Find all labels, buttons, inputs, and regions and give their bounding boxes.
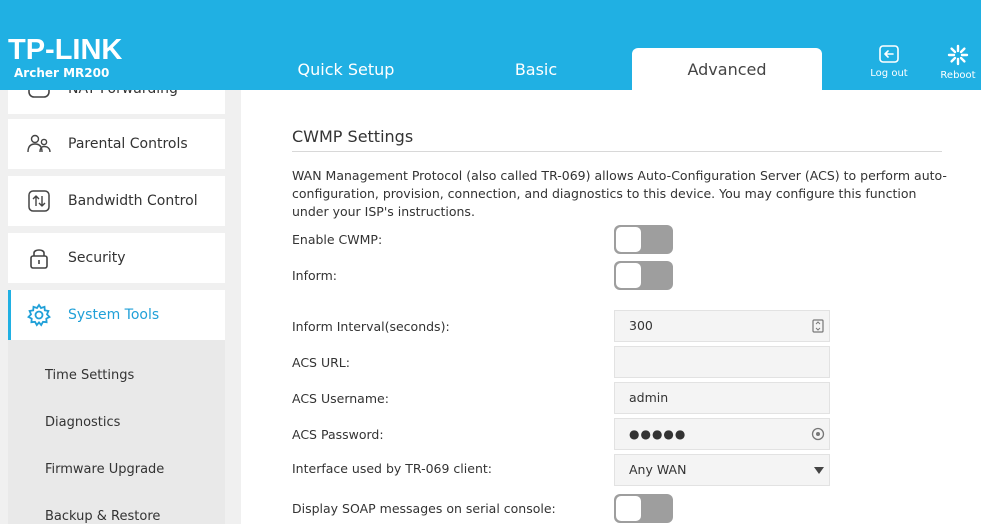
acs-password-value: ●●●●● (629, 427, 687, 441)
show-password-icon[interactable] (811, 427, 825, 441)
reboot-button[interactable]: Reboot (928, 44, 981, 81)
reboot-label: Reboot (940, 70, 976, 81)
acs-password-label: ACS Password: (292, 427, 384, 442)
sidebar-item-label: Parental Controls (68, 136, 188, 152)
sidebar-item-bandwidth-control[interactable]: Bandwidth Control (8, 176, 225, 226)
sidebar-item-system-tools[interactable]: System Tools (8, 290, 225, 340)
tab-basic[interactable]: Basic (448, 48, 624, 90)
interface-select[interactable]: Any WAN (614, 454, 830, 486)
enable-cwmp-label: Enable CWMP: (292, 232, 383, 247)
tp-link-logo: TP-LINK (8, 34, 123, 66)
inform-interval-value: 300 (629, 318, 653, 333)
acs-url-label: ACS URL: (292, 355, 350, 370)
sidebar-item-nat-forwarding[interactable]: NAT Forwarding (8, 90, 225, 114)
top-header: TP-LINK Archer MR200 Quick Setup Basic A… (0, 0, 981, 90)
logout-button[interactable]: Log out (859, 44, 919, 79)
toggle-knob (616, 496, 641, 521)
sidebar-item-label: NAT Forwarding (68, 90, 178, 114)
spinner-icon[interactable] (811, 319, 825, 333)
acs-username-value: admin (629, 390, 669, 405)
active-indicator (8, 290, 11, 340)
tab-advanced[interactable]: Advanced (632, 48, 822, 90)
nat-icon (28, 90, 50, 98)
submenu-item-backup-restore[interactable]: Backup & Restore (45, 509, 160, 524)
soap-label: Display SOAP messages on serial console: (292, 501, 556, 516)
acs-username-input[interactable]: admin (614, 382, 830, 414)
sidebar: NAT Forwarding Parental Controls Bandwid… (0, 90, 241, 524)
acs-url-input[interactable] (614, 346, 830, 378)
main-panel: CWMP Settings WAN Management Protocol (a… (241, 90, 981, 524)
submenu-item-firmware-upgrade[interactable]: Firmware Upgrade (45, 462, 164, 477)
inform-toggle[interactable] (614, 261, 673, 290)
enable-cwmp-toggle[interactable] (614, 225, 673, 254)
chevron-down-icon (814, 467, 824, 474)
toggle-knob (616, 263, 641, 288)
logout-label: Log out (870, 68, 908, 79)
sidebar-item-label: Security (68, 250, 126, 266)
system-tools-submenu: Time Settings Diagnostics Firmware Upgra… (8, 340, 225, 524)
lock-icon (30, 249, 48, 269)
acs-password-input[interactable]: ●●●●● (614, 418, 830, 450)
sidebar-item-label: System Tools (68, 307, 160, 323)
page-title: CWMP Settings (292, 127, 414, 146)
submenu-item-diagnostics[interactable]: Diagnostics (45, 415, 120, 430)
interface-label: Interface used by TR-069 client: (292, 461, 492, 476)
toggle-knob (616, 227, 641, 252)
submenu-item-time-settings[interactable]: Time Settings (45, 368, 134, 383)
model-name: Archer MR200 (14, 66, 110, 80)
tab-quick-setup[interactable]: Quick Setup (258, 48, 434, 90)
description-text: WAN Management Protocol (also called TR-… (292, 168, 947, 219)
interface-value: Any WAN (629, 462, 687, 477)
title-divider (292, 151, 942, 152)
gear-icon (27, 303, 51, 327)
soap-toggle[interactable] (614, 494, 673, 523)
bandwidth-icon (28, 190, 50, 212)
parental-icon (27, 134, 51, 153)
inform-interval-label: Inform Interval(seconds): (292, 319, 450, 334)
reboot-icon (947, 44, 969, 66)
inform-label: Inform: (292, 268, 337, 283)
sidebar-item-security[interactable]: Security (8, 233, 225, 283)
sidebar-item-label: Bandwidth Control (68, 193, 198, 209)
sidebar-item-parental-controls[interactable]: Parental Controls (8, 119, 225, 169)
inform-interval-input[interactable]: 300 (614, 310, 830, 342)
logout-icon (879, 45, 899, 63)
acs-username-label: ACS Username: (292, 391, 389, 406)
